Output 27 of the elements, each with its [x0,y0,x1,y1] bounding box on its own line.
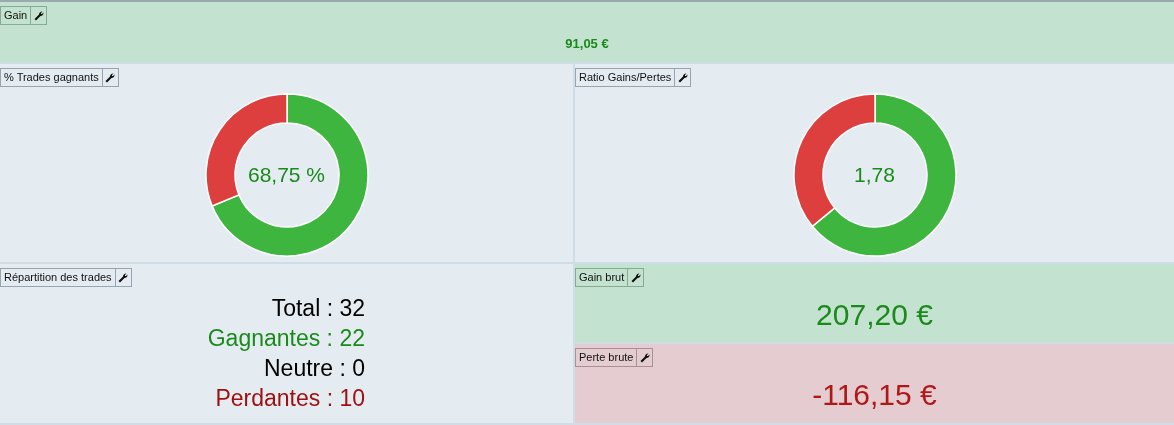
wrench-icon [677,72,688,83]
wrench-icon [33,10,44,21]
settings-button[interactable] [115,268,132,287]
settings-button[interactable] [637,348,654,367]
stat-line: Gagnantes : 22 [207,324,365,353]
settings-button[interactable] [102,68,119,87]
settings-button[interactable] [31,6,48,25]
settings-button[interactable] [675,68,692,87]
donut-value: 1,78 [853,162,896,187]
panel-title: % Trades gagnants [0,68,103,87]
panel-title: Ratio Gains/Pertes [575,68,676,87]
settings-button[interactable] [628,268,645,287]
panel-title: Gain brut [575,268,629,287]
stat-line: Perdantes : 10 [215,384,365,413]
wrench-icon [105,72,116,83]
panel-title: Répartition des trades [0,268,116,287]
wrench-icon [118,272,129,283]
panel-title: Gain [0,6,32,25]
gross-gain-value: 207,20 € [816,297,933,332]
donut-value: 68,75 % [246,162,327,187]
stat-line: Total : 32 [271,294,365,323]
stat-line: Neutre : 0 [264,354,365,383]
gain-value: 91,05 € [565,36,609,51]
panel-title: Perte brute [575,348,638,367]
wrench-icon [630,272,641,283]
gross-loss-value: -116,15 € [812,378,937,412]
wrench-icon [639,352,650,363]
